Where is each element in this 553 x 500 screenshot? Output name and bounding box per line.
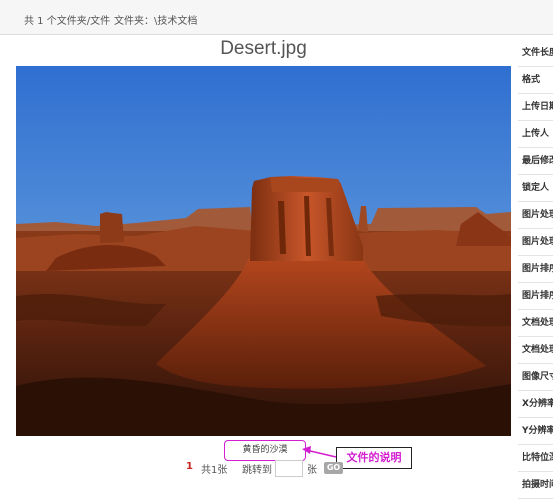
- property-format: 格式: [518, 67, 553, 94]
- page-jump-input[interactable]: [275, 460, 303, 477]
- file-caption: 黄昏的沙漠: [224, 440, 306, 461]
- page-unit-label: 张: [307, 465, 317, 476]
- folder-path: 文件夹：\技术文档: [114, 16, 198, 27]
- property-upload-date: 上传日期: [518, 94, 553, 121]
- callout-label: 文件的说明: [336, 447, 412, 469]
- current-page[interactable]: 1: [186, 461, 193, 472]
- property-file-size: 文件长度: [518, 40, 553, 67]
- property-doc-process-1: 文档处理: [518, 310, 553, 337]
- item-count: 共 1 个文件夹/文件: [24, 16, 111, 27]
- go-button[interactable]: GO: [324, 462, 343, 474]
- property-image-sort-2: 图片排序: [518, 283, 553, 310]
- property-uploader: 上传人: [518, 121, 553, 148]
- jump-label: 跳转到: [242, 465, 272, 476]
- file-title: Desert.jpg: [220, 38, 307, 59]
- property-image-process-2: 图片处理: [518, 229, 553, 256]
- desert-image: [16, 66, 511, 436]
- property-image-dimensions: 图像尺寸: [518, 364, 553, 391]
- property-bit-depth: 比特位深: [518, 445, 553, 472]
- property-x-resolution: X分辨率: [518, 391, 553, 418]
- property-image-process-1: 图片处理: [518, 202, 553, 229]
- total-count: 共1张: [201, 465, 228, 476]
- toolbar: 共 1 个文件夹/文件 文件夹：\技术文档: [0, 0, 553, 35]
- property-last-modified: 最后修改: [518, 148, 553, 175]
- property-y-resolution: Y分辨率: [518, 418, 553, 445]
- image-preview[interactable]: [16, 66, 511, 436]
- property-locked-by: 锁定人: [518, 175, 553, 202]
- property-capture-time: 拍摄时间: [518, 472, 553, 499]
- property-image-sort-1: 图片排序: [518, 256, 553, 283]
- property-doc-process-2: 文档处理: [518, 337, 553, 364]
- properties-panel: 文件长度 格式 上传日期 上传人 最后修改 锁定人 图片处理 图片处理 图片排序…: [518, 40, 553, 500]
